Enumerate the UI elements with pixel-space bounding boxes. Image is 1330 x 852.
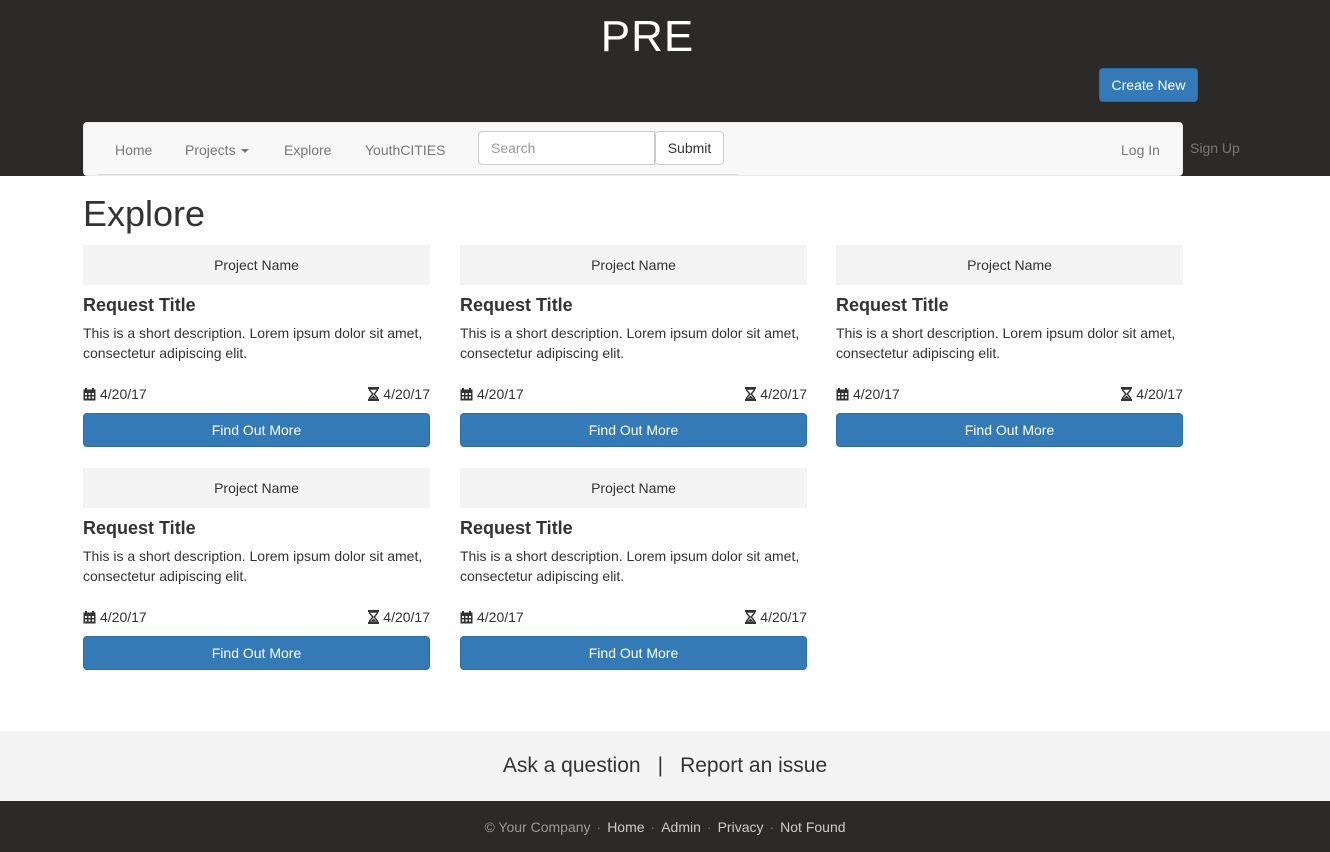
- find-out-more-button[interactable]: Find Out More: [836, 413, 1183, 447]
- search-input[interactable]: [478, 131, 655, 165]
- card-dates: 4/20/17 4/20/17: [83, 609, 430, 629]
- card-dates: 4/20/17 4/20/17: [460, 386, 807, 406]
- card-end-date-value: 4/20/17: [1136, 386, 1183, 402]
- card-start-date: 4/20/17: [83, 609, 147, 625]
- card-start-date-value: 4/20/17: [853, 386, 900, 402]
- request-card: Project Name Request Title This is a sho…: [83, 468, 430, 670]
- card-end-date: 4/20/17: [745, 609, 807, 625]
- request-card: Project Name Request Title This is a sho…: [83, 245, 430, 447]
- card-start-date-value: 4/20/17: [100, 386, 147, 402]
- hourglass-icon: [1121, 387, 1133, 401]
- card-start-date: 4/20/17: [460, 609, 524, 625]
- card-project-name: Project Name: [460, 245, 807, 285]
- card-start-date: 4/20/17: [460, 386, 524, 402]
- footer-link-admin[interactable]: Admin: [661, 819, 701, 835]
- card-end-date: 4/20/17: [368, 386, 430, 402]
- nav-item-youthcities[interactable]: YouthCITIES: [365, 142, 445, 158]
- page-title: Explore: [83, 193, 206, 234]
- card-dates: 4/20/17 4/20/17: [83, 386, 430, 406]
- footer-separator: ·: [769, 818, 775, 835]
- card-request-title: Request Title: [460, 295, 573, 315]
- card-end-date: 4/20/17: [745, 386, 807, 402]
- login-link[interactable]: Log In: [1121, 142, 1160, 158]
- card-start-date-value: 4/20/17: [477, 609, 524, 625]
- card-request-title: Request Title: [83, 518, 196, 538]
- signup-link[interactable]: Sign Up: [1190, 140, 1240, 156]
- calendar-icon: [83, 610, 96, 624]
- request-card: Project Name Request Title This is a sho…: [460, 245, 807, 447]
- create-new-button[interactable]: Create New: [1099, 68, 1198, 102]
- help-separator: |: [657, 754, 664, 777]
- card-description: This is a short description. Lorem ipsum…: [836, 325, 1176, 361]
- card-description: This is a short description. Lorem ipsum…: [83, 325, 423, 361]
- help-bar: Ask a question | Report an issue: [0, 731, 1330, 801]
- report-issue-link[interactable]: Report an issue: [680, 754, 827, 778]
- site-header: PRE Create New Home Projects Explore You…: [0, 0, 1330, 176]
- card-project-name: Project Name: [83, 468, 430, 508]
- footer-separator: ·: [596, 818, 602, 835]
- card-start-date: 4/20/17: [836, 386, 900, 402]
- nav-item-projects-label: Projects: [185, 142, 236, 158]
- request-card: Project Name Request Title This is a sho…: [460, 468, 807, 670]
- search-submit-button[interactable]: Submit: [655, 131, 724, 165]
- card-dates: 4/20/17 4/20/17: [460, 609, 807, 629]
- footer-separator: ·: [650, 818, 656, 835]
- card-description: This is a short description. Lorem ipsum…: [460, 548, 800, 584]
- card-end-date-value: 4/20/17: [383, 609, 430, 625]
- navbar-divider: [98, 174, 738, 175]
- hourglass-icon: [745, 610, 757, 624]
- request-card: Project Name Request Title This is a sho…: [836, 245, 1183, 447]
- footer-copyright: © Your Company: [484, 818, 591, 835]
- card-project-name: Project Name: [83, 245, 430, 285]
- ask-question-link[interactable]: Ask a question: [503, 754, 641, 778]
- find-out-more-button[interactable]: Find Out More: [83, 413, 430, 447]
- find-out-more-button[interactable]: Find Out More: [83, 636, 430, 670]
- card-end-date-value: 4/20/17: [760, 386, 807, 402]
- nav-item-projects[interactable]: Projects: [185, 142, 249, 158]
- nav-item-explore[interactable]: Explore: [284, 142, 331, 158]
- card-description: This is a short description. Lorem ipsum…: [460, 325, 800, 361]
- card-request-title: Request Title: [83, 295, 196, 315]
- footer-link-privacy[interactable]: Privacy: [718, 819, 764, 835]
- card-start-date-value: 4/20/17: [477, 386, 524, 402]
- calendar-icon: [83, 387, 96, 401]
- site-footer: © Your Company · Home · Admin · Privacy …: [0, 801, 1330, 852]
- card-request-title: Request Title: [460, 518, 573, 538]
- footer-link-not-found[interactable]: Not Found: [780, 819, 845, 835]
- calendar-icon: [460, 610, 473, 624]
- site-brand[interactable]: PRE: [0, 12, 1295, 62]
- find-out-more-button[interactable]: Find Out More: [460, 413, 807, 447]
- card-project-name: Project Name: [460, 468, 807, 508]
- card-end-date: 4/20/17: [1121, 386, 1183, 402]
- find-out-more-button[interactable]: Find Out More: [460, 636, 807, 670]
- card-project-name: Project Name: [836, 245, 1183, 285]
- navbar: Home Projects Explore YouthCITIES Submit…: [83, 122, 1183, 176]
- caret-down-icon: [240, 149, 249, 154]
- calendar-icon: [836, 387, 849, 401]
- card-start-date: 4/20/17: [83, 386, 147, 402]
- hourglass-icon: [745, 387, 757, 401]
- card-end-date-value: 4/20/17: [760, 609, 807, 625]
- card-start-date-value: 4/20/17: [100, 609, 147, 625]
- calendar-icon: [460, 387, 473, 401]
- card-description: This is a short description. Lorem ipsum…: [83, 548, 423, 584]
- footer-link-home[interactable]: Home: [607, 819, 644, 835]
- card-end-date: 4/20/17: [368, 609, 430, 625]
- footer-separator: ·: [706, 818, 712, 835]
- card-request-title: Request Title: [836, 295, 949, 315]
- nav-item-home[interactable]: Home: [115, 142, 152, 158]
- hourglass-icon: [368, 610, 380, 624]
- card-dates: 4/20/17 4/20/17: [836, 386, 1183, 406]
- card-end-date-value: 4/20/17: [383, 386, 430, 402]
- hourglass-icon: [368, 387, 380, 401]
